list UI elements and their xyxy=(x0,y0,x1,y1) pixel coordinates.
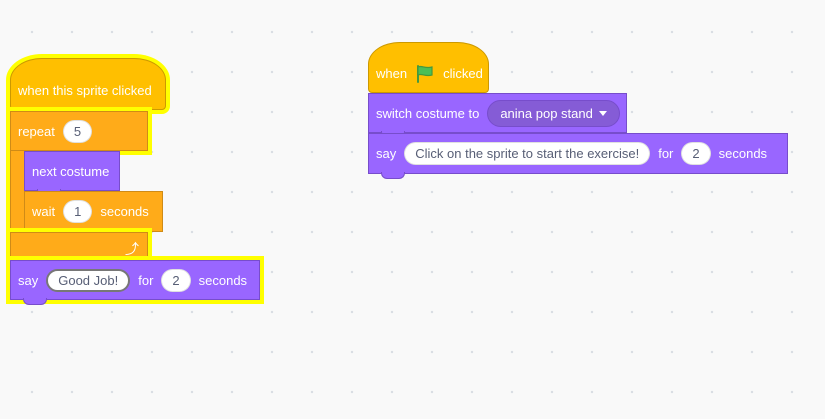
chevron-down-icon xyxy=(598,110,607,116)
say-unit-label: seconds xyxy=(718,146,768,161)
repeat-count-input[interactable]: 5 xyxy=(62,119,93,143)
say-for-label: for xyxy=(138,272,154,288)
hat-when-label: when xyxy=(376,66,408,81)
say-label: say xyxy=(18,272,39,288)
switch-costume-label: switch costume to xyxy=(376,105,480,121)
say-unit-label: seconds xyxy=(198,272,248,288)
say-label: say xyxy=(376,146,397,161)
when-flag-clicked-hat-block[interactable]: when clicked xyxy=(368,42,489,93)
next-costume-block[interactable]: next costume xyxy=(24,151,120,196)
say-message-input[interactable]: Click on the sprite to start the exercis… xyxy=(404,142,651,165)
say-for-label: for xyxy=(658,146,674,161)
hat-label: when this sprite clicked xyxy=(18,82,152,98)
wait-seconds-input[interactable]: 1 xyxy=(63,200,93,223)
wait-block[interactable]: wait 1 seconds xyxy=(24,191,163,237)
say-duration-input[interactable]: 2 xyxy=(681,142,711,165)
costume-dropdown[interactable]: anina pop stand xyxy=(487,99,620,127)
loop-arrow-icon: ⤴ xyxy=(125,241,139,257)
when-sprite-clicked-hat-block[interactable]: when this sprite clicked xyxy=(10,58,166,110)
hat-clicked-label: clicked xyxy=(443,66,483,81)
code-workspace[interactable]: when this sprite clicked repeat 5 next c… xyxy=(0,0,825,419)
next-costume-label: next costume xyxy=(32,163,110,179)
repeat-block-bottom[interactable]: ⤴ xyxy=(10,232,148,260)
say-instructions-block[interactable]: say Click on the sprite to start the exe… xyxy=(368,133,788,179)
costume-dropdown-value: anina pop stand xyxy=(500,105,593,121)
say-duration-input[interactable]: 2 xyxy=(161,268,191,292)
repeat-block[interactable]: repeat 5 xyxy=(10,111,148,151)
say-good-job-block[interactable]: say Good Job! for 2 seconds xyxy=(10,260,260,305)
repeat-label: repeat xyxy=(18,123,55,139)
switch-costume-block[interactable]: switch costume to anina pop stand xyxy=(368,93,627,138)
wait-unit-label: seconds xyxy=(100,204,149,219)
say-message-input[interactable]: Good Job! xyxy=(46,268,131,292)
green-flag-icon xyxy=(415,64,435,83)
wait-label: wait xyxy=(32,204,56,219)
